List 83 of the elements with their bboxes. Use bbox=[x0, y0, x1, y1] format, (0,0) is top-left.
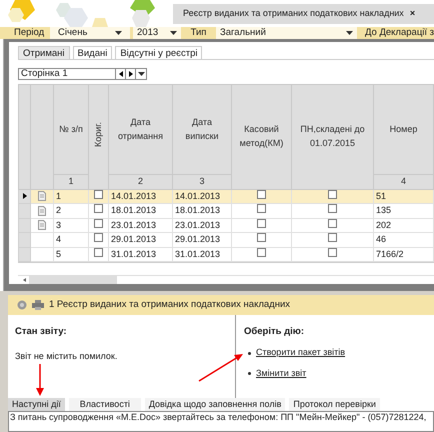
table-row[interactable]: 1 14.01.2013 14.01.2013 51 bbox=[18, 189, 434, 204]
table-cell: 5 bbox=[54, 247, 88, 262]
column-number: 4 bbox=[374, 174, 434, 189]
column-header: ПН,складені до 01.07.2015 bbox=[292, 84, 374, 189]
table-cell: 1 bbox=[54, 189, 88, 204]
column-number: 1 bbox=[54, 174, 88, 189]
tab[interactable]: Отримані bbox=[18, 46, 70, 59]
annotation-arrow bbox=[198, 352, 244, 382]
bullet-icon bbox=[248, 352, 251, 354]
page-menu-button[interactable] bbox=[135, 69, 146, 79]
declaration-button[interactable]: До Декларації з bbox=[356, 26, 434, 40]
table-cell: 29.01.2013 bbox=[172, 232, 232, 247]
tab[interactable]: Протокол перевірки bbox=[289, 398, 380, 411]
period-dropdown[interactable]: Січень bbox=[50, 27, 130, 39]
action-link[interactable]: Створити пакет звітів bbox=[256, 346, 346, 360]
printer-icon[interactable] bbox=[32, 300, 44, 310]
table-cell: 3 bbox=[54, 218, 88, 232]
table-cell: 23.01.2013 bbox=[172, 218, 232, 232]
column-header: Номер bbox=[374, 84, 434, 174]
checkbox[interactable] bbox=[94, 233, 103, 242]
tab[interactable]: Наступні дії bbox=[8, 398, 65, 411]
table-cell: 29.01.2013 bbox=[108, 232, 172, 247]
column-header: № з/п bbox=[54, 84, 88, 174]
table-row[interactable]: 3 23.01.2013 23.01.2013 202 bbox=[18, 218, 434, 232]
table-cell: 4 bbox=[54, 232, 88, 247]
table-cell: 7166/2 bbox=[374, 247, 434, 262]
action-link[interactable]: Змінити звіт bbox=[256, 366, 306, 380]
column-header: Кориг. bbox=[88, 84, 108, 189]
table-cell: 31.01.2013 bbox=[172, 247, 232, 262]
next-page-button[interactable] bbox=[125, 69, 135, 79]
report-title: 1 Реєстр виданих та отриманих податкових накладних bbox=[49, 298, 290, 312]
table-cell: 14.01.2013 bbox=[172, 189, 232, 204]
left-triangle-icon bbox=[118, 71, 122, 77]
horizontal-scrollbar[interactable] bbox=[18, 275, 434, 284]
dropdown-caret-icon bbox=[170, 31, 177, 35]
column-number: 2 bbox=[108, 174, 172, 189]
right-triangle-icon bbox=[128, 71, 132, 77]
tab[interactable]: Властивості bbox=[68, 398, 141, 411]
table-row[interactable]: 5 31.01.2013 31.01.2013 7166/2 bbox=[18, 247, 434, 262]
table-cell: 135 bbox=[374, 204, 434, 218]
table-cell: 31.01.2013 bbox=[108, 247, 172, 262]
status-heading: Стан звіту: bbox=[15, 325, 68, 339]
table-cell: 51 bbox=[374, 189, 434, 204]
bullet-icon bbox=[248, 372, 251, 375]
close-button[interactable]: × bbox=[410, 7, 416, 21]
checkbox[interactable] bbox=[257, 204, 266, 213]
table-row[interactable]: 4 29.01.2013 29.01.2013 46 bbox=[18, 232, 434, 247]
table-cell: 14.01.2013 bbox=[108, 189, 172, 204]
status-message: Звіт не містить помилок. bbox=[15, 350, 118, 364]
dropdown-caret-icon bbox=[138, 72, 144, 76]
type-dropdown[interactable]: Загальний bbox=[216, 27, 357, 39]
tab[interactable]: Довідка щодо заповнення полів bbox=[144, 398, 286, 411]
status-bar: З питань супроводження «M.E.Doc» звертайтесь за телефоном: ПП "Мейн-Мейкер" - (057)7281224, bbox=[8, 411, 434, 432]
table-cell: 18.01.2013 bbox=[172, 204, 232, 218]
actions-heading: Оберіть дію: bbox=[244, 325, 306, 339]
table-cell: 46 bbox=[374, 232, 434, 247]
year-dropdown[interactable]: 2013 bbox=[133, 27, 181, 39]
scroll-left-icon[interactable] bbox=[23, 278, 26, 282]
tab-title: Реєстр виданих та отриманих податкових накладних bbox=[183, 7, 404, 20]
table-cell: 23.01.2013 bbox=[108, 218, 172, 232]
checkbox[interactable] bbox=[257, 233, 266, 242]
column-number: 3 bbox=[172, 174, 232, 189]
document-tab[interactable]: Реєстр виданих та отриманих податкових накладних × bbox=[173, 4, 434, 24]
previous-page-button[interactable] bbox=[115, 69, 125, 79]
checkbox[interactable] bbox=[328, 233, 337, 242]
table-cell: 2 bbox=[54, 204, 88, 218]
tab[interactable]: Відсутні у реєстрі bbox=[115, 46, 202, 59]
dropdown-caret-icon bbox=[115, 31, 122, 35]
period-label: Період bbox=[13, 26, 46, 40]
tab[interactable]: Видані bbox=[72, 46, 112, 59]
table-row[interactable]: 2 18.01.2013 18.01.2013 135 bbox=[18, 204, 434, 218]
dropdown-caret-icon bbox=[346, 31, 353, 35]
checkbox[interactable] bbox=[94, 204, 103, 213]
table-cell: 18.01.2013 bbox=[108, 204, 172, 218]
column-header: Касовий метод(КМ) bbox=[232, 84, 292, 189]
page-field[interactable]: Сторінка 1 bbox=[18, 68, 147, 80]
checkbox[interactable] bbox=[328, 204, 337, 213]
type-label: Тип bbox=[190, 26, 208, 40]
column-header: Дата отримання bbox=[108, 84, 172, 174]
table-cell: 202 bbox=[374, 218, 434, 232]
column-header: Дата виписки bbox=[172, 84, 232, 174]
current-row-icon bbox=[22, 193, 26, 200]
annotation-arrow bbox=[36, 364, 44, 396]
